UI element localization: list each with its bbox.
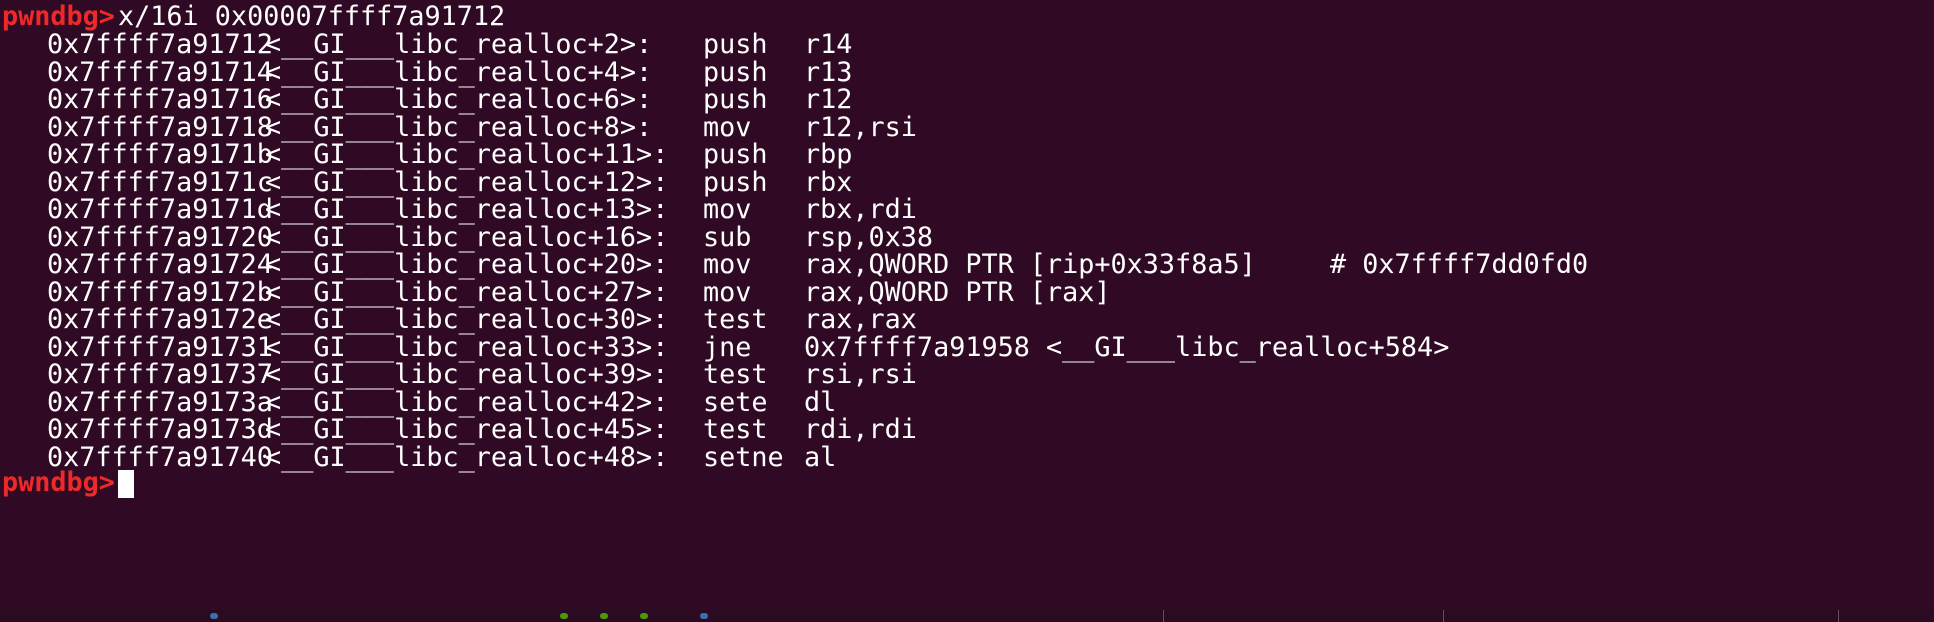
- terminal-window[interactable]: pwndbg> x/16i 0x00007ffff7a91712 0x7ffff…: [0, 0, 1934, 610]
- indicator-dot: [210, 613, 218, 619]
- instruction-symbol: <__GI___libc_realloc+48>:: [265, 441, 669, 473]
- input-line[interactable]: pwndbg>: [0, 466, 134, 500]
- divider: [1838, 610, 1839, 622]
- indicator-dot: [640, 613, 648, 619]
- indicator-dot: [700, 613, 708, 619]
- divider: [1443, 610, 1444, 622]
- status-strip: [0, 610, 1934, 622]
- indicator-dot: [600, 613, 608, 619]
- instruction-comment: # 0x7ffff7dd0fd0: [1330, 249, 1589, 280]
- instruction-operands: al: [804, 441, 837, 473]
- prompt-label: pwndbg>: [2, 467, 115, 498]
- indicator-dot: [560, 613, 568, 619]
- text-cursor: [118, 470, 134, 498]
- instruction-mnemonic: setne: [703, 441, 784, 473]
- divider: [1163, 610, 1164, 622]
